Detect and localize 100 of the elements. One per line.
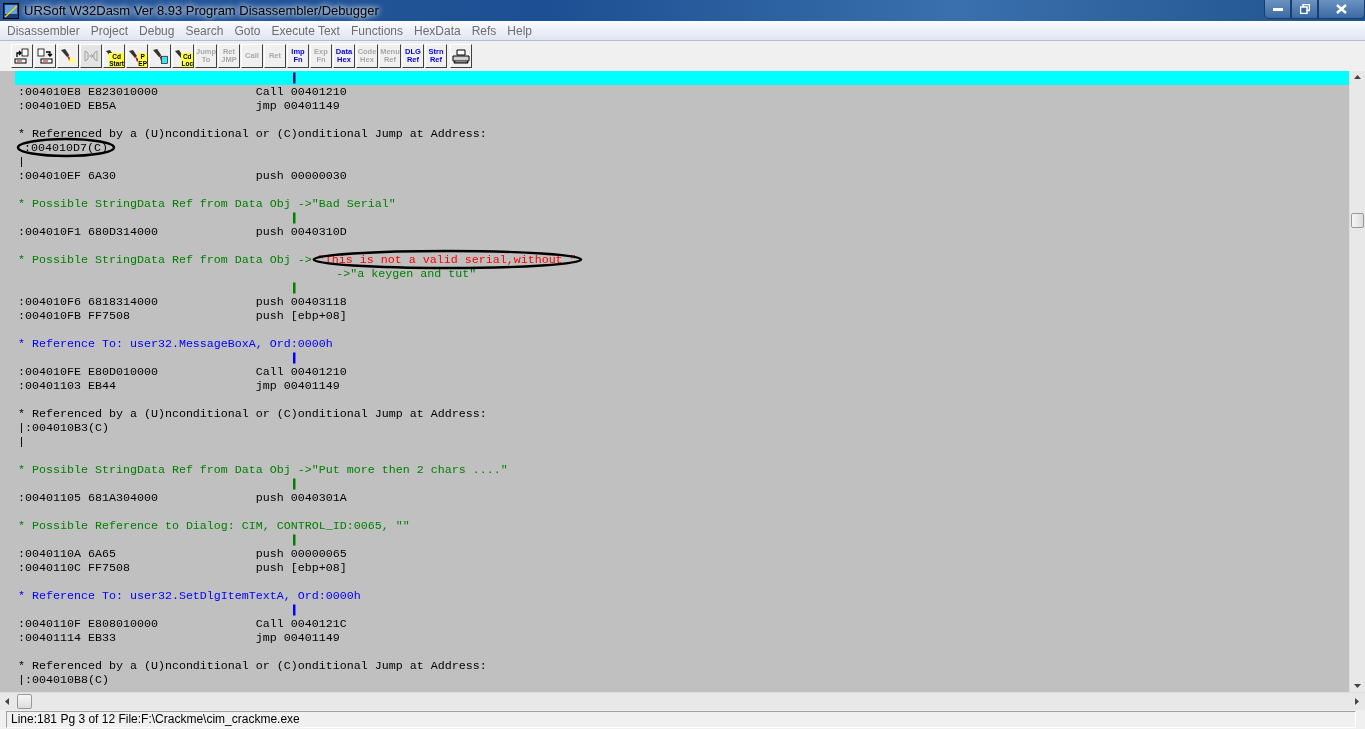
address-text: :004010E8 (18, 85, 82, 99)
vertical-scrollbar[interactable] (1349, 71, 1365, 692)
flow-marker: | (290, 71, 298, 85)
restore-icon (1299, 4, 1310, 14)
menu-item[interactable]: Functions (346, 23, 410, 38)
xref-address: |:004010B3(C) (18, 421, 109, 435)
minimize-button[interactable] (1264, 0, 1291, 19)
toolbar-button[interactable] (149, 44, 171, 68)
address-text: :0040110C (18, 561, 82, 575)
flow-marker: | (290, 211, 298, 225)
opcode-text: 6A30 (87, 169, 117, 183)
instruction-text: push [ebp+08] (255, 561, 347, 575)
toolbar-button[interactable] (34, 44, 56, 68)
address-text: :004010FE (18, 365, 82, 379)
opcode-text: E808010000 (87, 617, 159, 631)
address-text: :004010EF (18, 169, 82, 183)
scrollbar-thumb[interactable] (1351, 213, 1364, 228)
flow-marker: | (290, 281, 298, 295)
instruction-text: push 00000065 (255, 547, 347, 561)
instruction-text: push 0040301A (255, 491, 347, 505)
opcode-text: EB5A (87, 99, 117, 113)
instruction-text: jmp 00401149 (255, 379, 340, 393)
status-text: Line:181 Pg 3 of 12 File:F:\Crackme\cim_crackme.exe (6, 711, 1356, 728)
comment-text: ->"a keygen and tut" (336, 267, 477, 281)
address-text: :004010FB (18, 309, 82, 323)
xref-address: :004010D7(C) (24, 141, 108, 155)
opcode-text: EB44 (87, 379, 117, 393)
instruction-text: Call 00401210 (255, 85, 347, 99)
open-file-icon (14, 48, 30, 64)
address-text: :00401105 (18, 491, 82, 505)
address-text: :00401114 (18, 631, 82, 645)
instruction-text: push 0040310D (255, 225, 347, 239)
comment-text: * Reference To: user32.SetDlgItemTextA, Ord:0000h (18, 589, 361, 603)
scroll-right-icon (1355, 698, 1359, 705)
opcode-text: FF7508 (87, 309, 131, 323)
address-text: :0040110F (18, 617, 82, 631)
comment-text: * Referenced by a (U)nconditional or (C)onditional Jump at Address: (18, 659, 487, 673)
printer-icon (452, 48, 470, 64)
flashlight-icon (60, 48, 76, 64)
instruction-text: jmp 00401149 (255, 631, 340, 645)
minimize-icon (1272, 7, 1283, 11)
xref-address: | (18, 155, 25, 169)
address-text: :004010ED (18, 99, 82, 113)
opcode-text: EB33 (87, 631, 117, 645)
instruction-text: Call 00401210 (255, 365, 347, 379)
comment-text: * Referenced by a (U)nconditional or (C)onditional Jump at Address: (18, 127, 487, 141)
scroll-up-icon (1354, 75, 1361, 79)
scroll-left-icon (5, 698, 9, 705)
opcode-text: FF7508 (87, 561, 131, 575)
address-text: :00401103 (18, 379, 82, 393)
opcode-text: E80D010000 (87, 365, 159, 379)
opcode-text: 681A304000 (87, 491, 159, 505)
menu-item[interactable]: Execute Text (267, 23, 347, 38)
flow-marker: | (290, 533, 298, 547)
instruction-text: jmp 00401149 (255, 99, 340, 113)
instruction-text: Call 0040121C (255, 617, 347, 631)
menu-item[interactable]: Refs (467, 23, 504, 38)
menu-item[interactable]: Search (181, 23, 231, 38)
comment-text: * Possible StringData Ref from Data Obj ->"Put more then 2 chars ...." (18, 463, 508, 477)
window-title: URSoft W32Dasm Ver 8.93 Program Disassembler/Debugger (24, 3, 379, 18)
comment-text: * Possible StringData Ref from Data Obj ->"Bad Serial" (18, 197, 396, 211)
close-button[interactable] (1318, 0, 1365, 19)
horizontal-scrollbar[interactable] (0, 692, 1365, 710)
close-icon (1336, 4, 1347, 14)
opcode-text: E823010000 (87, 85, 159, 99)
restore-button[interactable] (1291, 0, 1318, 19)
menu-item[interactable]: Disassembler (3, 23, 87, 38)
address-text: :004010F6 (18, 295, 82, 309)
flow-marker: | (290, 477, 298, 491)
toolbar-button[interactable] (450, 44, 472, 68)
arrows-icon (83, 48, 99, 64)
address-text: :0040110A (18, 547, 82, 561)
menu-item[interactable]: HexData (410, 23, 468, 38)
menu-item[interactable]: Goto (230, 23, 268, 38)
scroll-down-icon (1354, 684, 1361, 688)
flow-marker: | (290, 603, 298, 617)
instruction-text: push [ebp+08] (255, 309, 347, 323)
menu-item[interactable]: Help (503, 23, 540, 38)
comment-text: * Possible StringData Ref from Data Obj -> (18, 253, 312, 267)
address-text: :004010F1 (18, 225, 82, 239)
scrollbar-thumb[interactable] (17, 694, 32, 709)
opcode-text: 6818314000 (87, 295, 159, 309)
xref-address: |:004010B8(C) (18, 673, 109, 687)
xref-address: | (18, 435, 25, 449)
comment-text: * Possible Reference to Dialog: CIM, CONTROL_ID:0065, "" (18, 519, 410, 533)
copy-file-icon (37, 48, 53, 64)
flashlight-icon (152, 48, 168, 64)
toolbar-button[interactable] (11, 44, 33, 68)
instruction-text: push 00000030 (255, 169, 347, 183)
opcode-text: 680D314000 (87, 225, 159, 239)
comment-text: * Referenced by a (U)nconditional or (C)onditional Jump at Address: (18, 407, 487, 421)
flashlight-icon (129, 50, 139, 62)
app-icon (3, 2, 19, 19)
comment-text: * Reference To: user32.MessageBoxA, Ord:0000h (18, 337, 333, 351)
instruction-text: push 00403118 (255, 295, 347, 309)
menu-item[interactable]: Project (86, 23, 136, 38)
flow-marker: | (290, 351, 298, 365)
toolbar-button[interactable] (57, 44, 79, 68)
menu-item[interactable]: Debug (135, 23, 182, 38)
opcode-text: 6A65 (87, 547, 117, 561)
